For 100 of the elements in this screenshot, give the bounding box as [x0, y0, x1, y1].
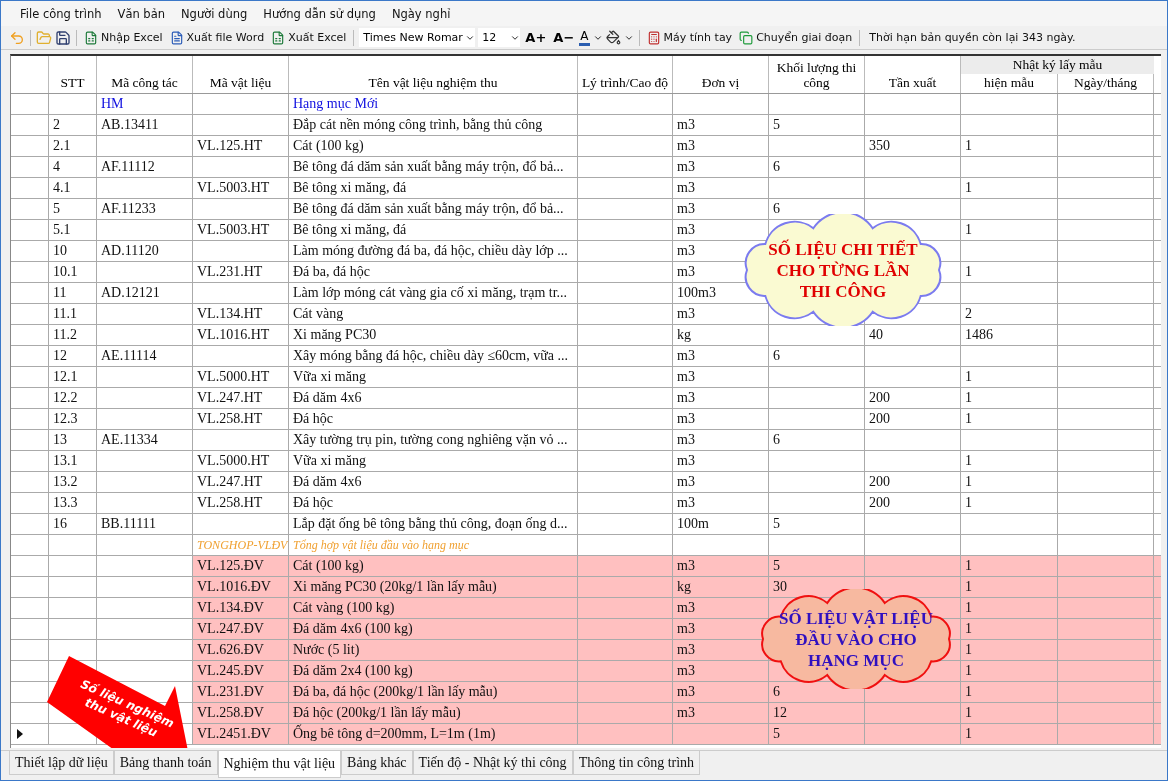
paint-bucket-icon[interactable]: [605, 30, 621, 45]
menu-item[interactable]: Văn bản: [110, 6, 172, 21]
export-excel-button[interactable]: Xuất Excel: [269, 27, 349, 48]
calculator-button[interactable]: Máy tính tay: [644, 27, 735, 48]
table-cell: 100m: [673, 514, 769, 534]
table-cell: m3: [673, 472, 769, 492]
column-header: Khối lượng thi công: [769, 56, 865, 93]
table-cell: Đá dăm 4x6 (100 kg): [289, 619, 578, 639]
table-cell: AF.11112: [97, 157, 193, 177]
table-cell: 1: [961, 661, 1058, 681]
table-cell: VL.1016.HT: [193, 325, 289, 345]
table-cell: AF.11233: [97, 199, 193, 219]
column-header: hiện mẫu: [961, 74, 1058, 93]
sheet-tab[interactable]: Nghiệm thu vật liệu: [217, 751, 342, 778]
table-cell: 1: [961, 136, 1058, 156]
table-cell: 1: [961, 640, 1058, 660]
table-cell: 12: [49, 346, 97, 366]
table-cell: VL.5003.HT: [193, 220, 289, 240]
table-cell: Đắp cát nền móng công trình, bằng thủ công: [289, 115, 578, 135]
table-cell: BB.11111: [97, 514, 193, 534]
table-cell: TONGHOP-VLĐV: [193, 535, 289, 555]
font-size-dropdown[interactable]: 12: [478, 28, 521, 47]
table-cell: Vữa xi măng: [289, 367, 578, 387]
table-cell: 200: [865, 409, 961, 429]
table-cell: VL.626.ĐV: [193, 640, 289, 660]
table-cell: 5.1: [49, 220, 97, 240]
table-cell: 1: [961, 682, 1058, 702]
table-cell: m3: [673, 451, 769, 471]
table-cell: kg: [673, 325, 769, 345]
table-cell: Cát vàng (100 kg): [289, 598, 578, 618]
table-cell: VL.245.ĐV: [193, 661, 289, 681]
menu-item[interactable]: Người dùng: [174, 6, 255, 21]
font-name-dropdown[interactable]: Times New Romar: [359, 28, 476, 47]
table-cell: VL.2451.ĐV: [193, 724, 289, 744]
table-cell: 1486: [961, 325, 1058, 345]
copy-icon: [739, 30, 754, 45]
table-cell: 1: [961, 220, 1058, 240]
table-cell: AD.11120: [97, 241, 193, 261]
table-cell: VL.258.HT: [193, 409, 289, 429]
table-cell: 5: [769, 514, 865, 534]
change-phase-button[interactable]: Chuyển giai đoạn: [737, 27, 855, 48]
grow-font-button[interactable]: A+: [523, 30, 549, 45]
save-icon[interactable]: [55, 29, 71, 46]
table-cell: Xi măng PC30 (20kg/1 lần lấy mẫu): [289, 577, 578, 597]
column-header: Mã công tác: [97, 56, 193, 93]
spreadsheet-icon: [271, 30, 286, 45]
column-header: STT: [49, 56, 97, 93]
table-cell: AB.13411: [97, 115, 193, 135]
menu-item[interactable]: Ngày nghỉ: [384, 6, 458, 21]
table-cell: Xây tường trụ pin, tường cong nghiêng vặn vỏ ...: [289, 430, 578, 450]
sheet-tab[interactable]: Bảng thanh toán: [113, 751, 218, 775]
menu-item[interactable]: File công trình: [13, 6, 109, 21]
table-cell: Ống bê tông d=200mm, L=1m (1m): [289, 724, 578, 744]
font-color-button[interactable]: A: [579, 29, 590, 46]
table-cell: VL.247.HT: [193, 388, 289, 408]
table-cell: Cát vàng: [289, 304, 578, 324]
table-cell: m3: [673, 556, 769, 576]
table-cell: m3: [673, 346, 769, 366]
table-cell: 200: [865, 388, 961, 408]
menu-item[interactable]: Hướng dẫn sử dụng: [256, 6, 383, 21]
sheet-tab[interactable]: Tiến độ - Nhật ký thi công: [412, 751, 573, 775]
table-cell: Đá dăm 2x4 (100 kg): [289, 661, 578, 681]
table-cell: Cát (100 kg): [289, 136, 578, 156]
license-text: Thời hạn bản quyền còn lại 343 ngày.: [868, 31, 1076, 44]
table-cell: 13.3: [49, 493, 97, 513]
table-cell: VL.125.HT: [193, 136, 289, 156]
table-cell: VL.231.HT: [193, 262, 289, 282]
table-cell: 1: [961, 451, 1058, 471]
table-cell: 16: [49, 514, 97, 534]
column-header: Tên vật liệu nghiệm thu: [289, 56, 578, 93]
table-cell: 350: [865, 136, 961, 156]
table-cell: 12: [769, 703, 865, 723]
table-cell: m3: [673, 703, 769, 723]
table-cell: 5: [769, 556, 865, 576]
table-cell: 1: [961, 493, 1058, 513]
column-header: Lý trình/Cao độ: [578, 56, 673, 93]
calculator-icon: [646, 30, 661, 45]
import-excel-button[interactable]: Nhập Excel: [82, 27, 165, 48]
sheet-tab[interactable]: Thông tin công trình: [572, 751, 701, 775]
table-cell: 11.1: [49, 304, 97, 324]
table-cell: VL.5000.HT: [193, 451, 289, 471]
table-cell: 2: [49, 115, 97, 135]
table-cell: 4: [49, 157, 97, 177]
table-cell: VL.125.ĐV: [193, 556, 289, 576]
table-cell: Tổng hợp vật liệu đầu vào hạng mục: [289, 535, 578, 555]
export-word-button[interactable]: Xuất file Word: [167, 27, 267, 48]
table-cell: Đá ba, đá hộc (200kg/1 lần lấy mẫu): [289, 682, 578, 702]
sheet-tab[interactable]: Bảng khác: [341, 751, 413, 775]
table-cell: m3: [673, 136, 769, 156]
table-cell: 1: [961, 556, 1058, 576]
callout-text: SỐ LIỆU CHI TIẾT CHO TỪNG LẦN THI CÔNG: [768, 238, 918, 302]
callout-text: SỐ LIỆU VẬT LIỆU ĐẦU VÀO CHO HẠNG MỤC: [779, 607, 933, 671]
table-cell: 6: [769, 430, 865, 450]
table-cell: Xi măng PC30: [289, 325, 578, 345]
table-cell: Đá ba, đá hộc: [289, 262, 578, 282]
table-cell: m3: [673, 682, 769, 702]
shrink-font-button[interactable]: A−: [551, 30, 577, 45]
sheet-tab[interactable]: Thiết lập dữ liệu: [9, 751, 114, 775]
table-cell: Bê tông xi măng, đá: [289, 220, 578, 240]
table-cell: 13.1: [49, 451, 97, 471]
